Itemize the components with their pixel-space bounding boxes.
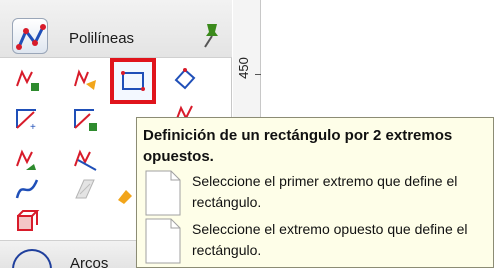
polyline-edit-tool[interactable] bbox=[72, 66, 98, 92]
ruler-tick bbox=[255, 74, 261, 75]
ruler-label: 450 bbox=[236, 57, 251, 79]
polyline-add-tool[interactable] bbox=[14, 66, 40, 92]
spline-tool[interactable] bbox=[14, 176, 40, 202]
hatch-tool[interactable] bbox=[72, 176, 98, 202]
palette-header[interactable]: Polilíneas bbox=[0, 0, 232, 58]
tooltip-title: Definición de un rectángulo por 2 extrem… bbox=[143, 127, 453, 165]
pin-icon[interactable] bbox=[201, 20, 221, 50]
polyline-offset-tool[interactable] bbox=[14, 146, 40, 172]
tooltip-step-text: Seleccione el primer extremo que define … bbox=[192, 173, 458, 210]
tool-tooltip: Definición de un rectángulo por 2 extrem… bbox=[136, 117, 494, 268]
box-tool[interactable] bbox=[14, 208, 40, 234]
document-icon bbox=[144, 218, 182, 264]
palette-title: Polilíneas bbox=[69, 30, 135, 47]
rectangle-tool[interactable] bbox=[120, 68, 146, 94]
tooltip-step-text: Seleccione el extremo opuesto que define… bbox=[192, 221, 468, 258]
rotated-rectangle-tool[interactable] bbox=[172, 66, 198, 92]
polyline-angle-tool[interactable]: + bbox=[14, 106, 40, 132]
tooltip-step: Seleccione el primer extremo que define … bbox=[144, 170, 488, 216]
fill-tool[interactable] bbox=[112, 180, 138, 206]
arcs-category-icon[interactable] bbox=[12, 249, 52, 268]
polyline-trim-tool[interactable] bbox=[72, 146, 98, 172]
tooltip-step: Seleccione el extremo opuesto que define… bbox=[144, 218, 488, 264]
svg-text:+: + bbox=[30, 122, 36, 132]
polyline-category-icon[interactable] bbox=[12, 18, 48, 54]
document-icon bbox=[144, 170, 182, 216]
polyline-angle-add-tool[interactable] bbox=[72, 106, 98, 132]
footer-label: Arcos bbox=[70, 255, 109, 268]
